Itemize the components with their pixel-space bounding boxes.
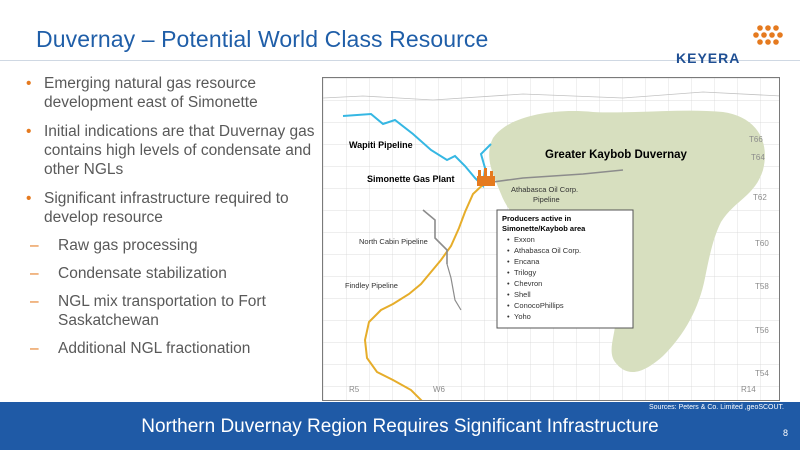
producers-title: Simonette/Kaybob area [502,224,586,233]
township-label: T64 [751,153,765,162]
sub-bullet-item: – NGL mix transportation to Fort Saskatch… [24,292,324,330]
sub-bullet-item: – Additional NGL fractionation [24,339,324,358]
sub-bullet-text: Additional NGL fractionation [58,340,251,357]
township-label: T66 [749,135,763,144]
sub-bullet-text: Condensate stabilization [58,265,227,282]
page-number: 8 [782,428,788,438]
slide-title: Duvernay – Potential World Class Resourc… [36,26,489,52]
sub-bullet-item: – Raw gas processing [24,236,324,255]
sources-note: Sources: Peters & Co. Limited ,geoSCOUT. [649,404,784,411]
township-label: T56 [755,326,769,335]
producer-bullet: • [507,279,510,288]
sub-bullet-marker: – [30,265,39,282]
sub-bullet-item: – Condensate stabilization [24,264,324,283]
sub-bullet-marker: – [30,340,39,357]
footer-headline: Northern Duvernay Region Requires Signif… [141,416,659,437]
producer-bullet: • [507,235,510,244]
township-label: T54 [755,369,769,378]
producer-item: Trilogy [514,268,536,277]
north-cabin-pipeline-label: North Cabin Pipeline [359,237,428,246]
producer-item: Chevron [514,279,542,288]
producer-bullet: • [507,312,510,321]
township-label: T60 [755,239,769,248]
township-label: T58 [755,282,769,291]
bullet-item: • Emerging natural gas resource developme… [24,74,324,112]
bullet-marker: • [26,190,32,207]
athabasca-pipeline-label-2: Pipeline [533,195,560,204]
findley-pipeline-label: Findley Pipeline [345,281,398,290]
producer-item: ConocoPhillips [514,301,564,310]
sub-bullet-marker: – [30,293,39,310]
producers-title: Producers active in [502,214,572,223]
bullet-item: • Initial indications are that Duvernay g… [24,122,324,179]
map-svg: Wapiti Pipeline Simonette Gas Plant Grea… [323,78,779,400]
producer-bullet: • [507,246,510,255]
range-label: R5 [349,385,360,394]
producer-item: Exxon [514,235,535,244]
producer-bullet: • [507,301,510,310]
producer-item: Yoho [514,312,531,321]
wapiti-pipeline-label: Wapiti Pipeline [349,140,413,150]
bullet-text: Initial indications are that Duvernay ga… [44,123,315,178]
bullet-item: • Significant infrastructure required to … [24,189,324,227]
bullet-marker: • [26,123,32,140]
sub-bullet-text: NGL mix transportation to Fort Saskatche… [58,293,266,329]
sub-bullet-marker: – [30,237,39,254]
producers-box: Producers active in Simonette/Kaybob are… [496,209,634,329]
producer-item: Shell [514,290,531,299]
region-label: Greater Kaybob Duvernay [545,149,687,161]
sub-bullet-text: Raw gas processing [58,237,198,254]
logo-wordmark: KEYERA [676,50,741,66]
map-panel: Wapiti Pipeline Simonette Gas Plant Grea… [322,77,780,401]
township-label: T62 [753,193,767,202]
producer-bullet: • [507,290,510,299]
producer-bullet: • [507,268,510,277]
producer-bullet: • [507,257,510,266]
range-label: R14 [741,385,756,394]
bullet-list: • Emerging natural gas resource developme… [24,74,324,367]
bullet-text: Significant infrastructure required to d… [44,190,289,226]
bullet-text: Emerging natural gas resource developmen… [44,75,258,111]
athabasca-pipeline-label: Athabasca Oil Corp. [511,185,578,194]
producer-item: Encana [514,257,540,266]
bullet-marker: • [26,75,32,92]
logo-text: KEYERA [676,50,740,66]
producer-item: Athabasca Oil Corp. [514,246,581,255]
range-label: W6 [433,385,446,394]
simonette-gas-plant-label: Simonette Gas Plant [367,174,455,184]
